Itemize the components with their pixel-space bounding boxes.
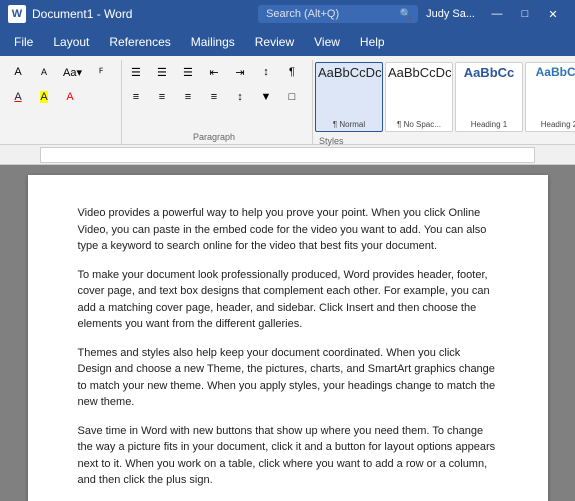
style-heading2[interactable]: AaBbCc Heading 2 <box>525 62 575 132</box>
style-heading1[interactable]: AaBbCc Heading 1 <box>455 62 523 132</box>
ruler <box>40 147 535 163</box>
indent-decrease-btn[interactable]: ⇤ <box>202 60 226 84</box>
ribbon-group-paragraph: ☰ ☰ ☰ ⇤ ⇥ ↕ ¶ ≡ ≡ ≡ ≡ ↕ ▼ □ Paragraph <box>122 60 313 144</box>
style-heading1-label: Heading 1 <box>471 120 507 129</box>
paragraph-4: Save time in Word with new buttons that … <box>78 423 498 489</box>
menu-view[interactable]: View <box>304 31 350 53</box>
minimize-button[interactable]: — <box>483 0 511 28</box>
style-normal[interactable]: AaBbCcDc ¶ Normal <box>315 62 383 132</box>
font-aa-btn[interactable]: Aa▾ <box>58 60 87 84</box>
style-heading2-label: Heading 2 <box>541 120 575 129</box>
word-app-icon: W <box>8 5 26 23</box>
align-right-btn[interactable]: ≡ <box>176 85 200 109</box>
indent-increase-btn[interactable]: ⇥ <box>228 60 252 84</box>
bullets-btn[interactable]: ☰ <box>124 60 148 84</box>
ribbon-content: A A Aa▾ ꟳ A A A ☰ ☰ ☰ ⇤ ⇥ ↕ ¶ <box>0 56 575 144</box>
justify-btn[interactable]: ≡ <box>202 85 226 109</box>
document-area[interactable]: Video provides a powerful way to help yo… <box>0 165 575 501</box>
ribbon: A A Aa▾ ꟳ A A A ☰ ☰ ☰ ⇤ ⇥ ↕ ¶ <box>0 56 575 145</box>
ruler-area <box>0 145 575 165</box>
menu-review[interactable]: Review <box>245 31 304 53</box>
highlight-btn[interactable]: A <box>32 85 56 109</box>
title-bar: W Document1 - Word 🔍 Judy Sa... — □ ✕ <box>0 0 575 28</box>
font-size-increase-btn[interactable]: A <box>32 60 56 84</box>
menu-bar: File Layout References Mailings Review V… <box>0 28 575 56</box>
ribbon-group-font: A A Aa▾ ꟳ A A A <box>4 60 122 144</box>
ribbon-group-styles: AaBbCcDc ¶ Normal AaBbCcDc ¶ No Spac... … <box>313 60 575 144</box>
align-left-btn[interactable]: ≡ <box>124 85 148 109</box>
show-hide-btn[interactable]: ¶ <box>280 60 304 84</box>
document-page: Video provides a powerful way to help yo… <box>28 175 548 501</box>
user-name: Judy Sa... <box>418 8 483 20</box>
menu-mailings[interactable]: Mailings <box>181 31 245 53</box>
font-size-decrease-btn[interactable]: A <box>6 60 30 84</box>
title-bar-left: W Document1 - Word <box>8 5 258 23</box>
window-controls[interactable]: — □ ✕ <box>483 0 567 28</box>
style-normal-preview: AaBbCcDc <box>318 65 380 81</box>
menu-references[interactable]: References <box>99 31 180 53</box>
close-button[interactable]: ✕ <box>539 0 567 28</box>
search-input[interactable] <box>258 5 418 23</box>
style-heading2-preview: AaBbCc <box>528 65 575 79</box>
paragraph-row-2: ≡ ≡ ≡ ≡ ↕ ▼ □ <box>124 85 304 109</box>
font-color2-btn[interactable]: A <box>58 85 82 109</box>
style-heading1-preview: AaBbCc <box>458 65 520 81</box>
line-spacing-btn[interactable]: ↕ <box>228 85 252 109</box>
numbering-btn[interactable]: ☰ <box>150 60 174 84</box>
menu-layout[interactable]: Layout <box>43 31 99 53</box>
style-no-spacing[interactable]: AaBbCcDc ¶ No Spac... <box>385 62 453 132</box>
align-center-btn[interactable]: ≡ <box>150 85 174 109</box>
borders-btn[interactable]: □ <box>280 85 304 109</box>
paragraph-row-1: ☰ ☰ ☰ ⇤ ⇥ ↕ ¶ <box>124 60 304 84</box>
sort-btn[interactable]: ↕ <box>254 60 278 84</box>
paragraph-2: To make your document look professionall… <box>78 267 498 333</box>
search-container[interactable]: 🔍 <box>258 5 418 23</box>
font-color-btn[interactable]: A <box>6 85 30 109</box>
ribbon-row-1: A A Aa▾ ꟳ <box>6 60 113 84</box>
style-no-spacing-preview: AaBbCcDc <box>388 65 450 81</box>
font-group-label <box>6 140 113 144</box>
multilevel-btn[interactable]: ☰ <box>176 60 200 84</box>
paragraph-3: Themes and styles also help keep your do… <box>78 345 498 411</box>
search-icon: 🔍 <box>400 9 412 20</box>
paragraph-group-label: Paragraph <box>124 130 304 144</box>
menu-file[interactable]: File <box>4 31 43 53</box>
document-title: Document1 - Word <box>32 7 132 21</box>
style-no-spacing-label: ¶ No Spac... <box>397 120 441 129</box>
ribbon-row-2: A A A <box>6 85 82 109</box>
paragraph-1: Video provides a powerful way to help yo… <box>78 205 498 255</box>
maximize-button[interactable]: □ <box>511 0 539 28</box>
menu-help[interactable]: Help <box>350 31 395 53</box>
style-normal-label: ¶ Normal <box>333 120 365 129</box>
styles-row: AaBbCcDc ¶ Normal AaBbCcDc ¶ No Spac... … <box>315 60 575 134</box>
font-special-btn[interactable]: ꟳ <box>89 60 113 84</box>
shading-btn[interactable]: ▼ <box>254 85 278 109</box>
